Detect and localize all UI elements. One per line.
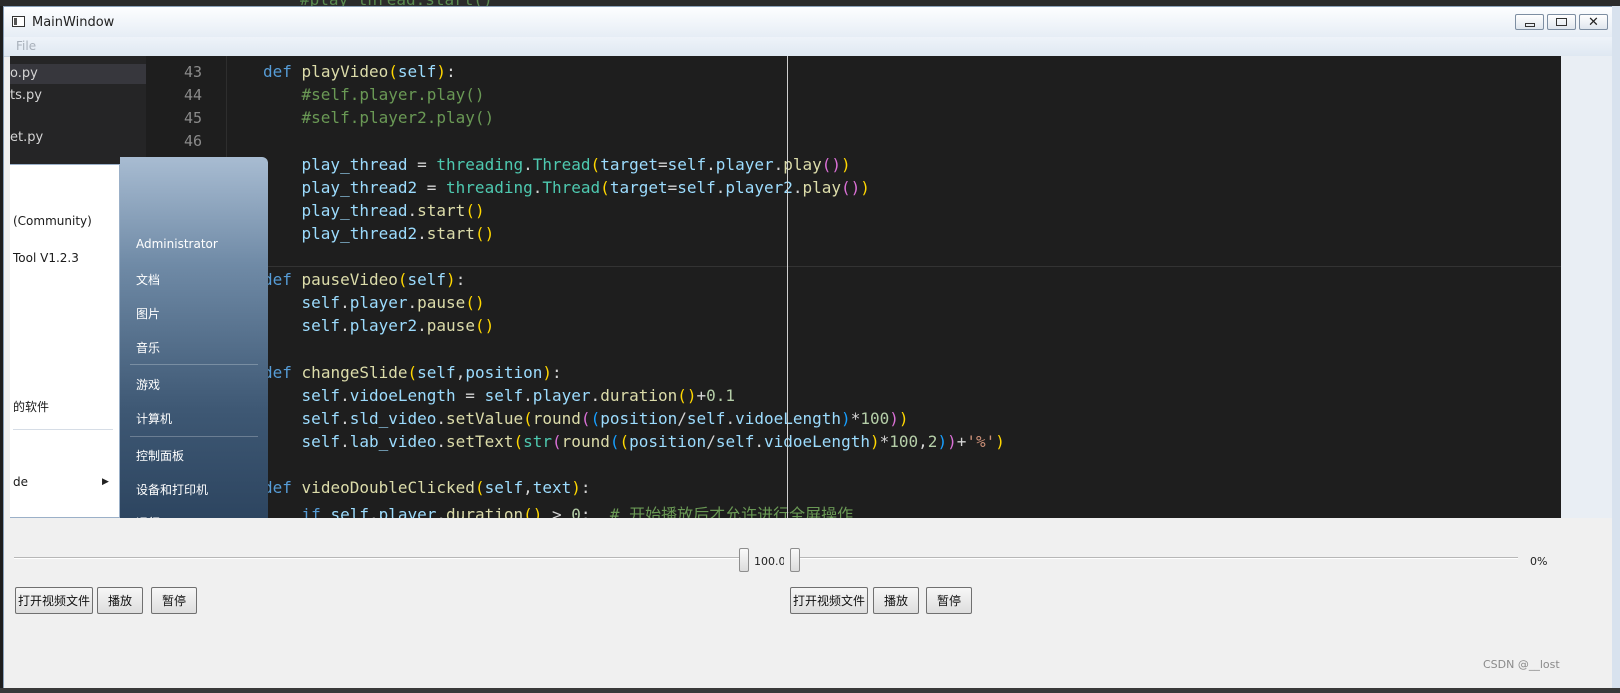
close-button[interactable]: ✕: [1579, 14, 1608, 30]
line-number: 46: [183, 132, 202, 150]
minimize-icon: [1524, 22, 1535, 27]
code-editor[interactable]: def playVideo(self): #self.player.play()…: [227, 56, 1561, 518]
start-menu-games[interactable]: 游戏: [136, 376, 160, 393]
start-menu-program[interactable]: (Community): [13, 214, 92, 228]
start-menu-divider: [130, 436, 258, 437]
file-item[interactable]: ts.py: [10, 86, 42, 106]
code-line: play_thread.start(): [301, 201, 485, 220]
start-menu-places: Administrator 文档 图片 音乐 游戏 计算机 控制面板 设备和打印…: [120, 157, 268, 518]
title-bar[interactable]: MainWindow ✕: [4, 7, 1614, 37]
file-item[interactable]: et.py: [10, 128, 43, 148]
start-menu-pictures[interactable]: 图片: [136, 305, 160, 322]
video-display-left[interactable]: o.py ts.py et.py 43 44 45 46 def playVid…: [10, 56, 1561, 518]
app-icon: [12, 16, 25, 27]
open-video-button-left[interactable]: 打开视频文件: [15, 587, 93, 614]
maximize-button[interactable]: [1547, 14, 1576, 30]
code-line: self.player.pause(): [301, 293, 485, 312]
start-menu-control-panel[interactable]: 控制面板: [136, 447, 184, 464]
window-controls: ✕: [1515, 14, 1608, 30]
slider-handle[interactable]: [790, 548, 800, 572]
minimize-button[interactable]: [1515, 14, 1544, 30]
start-menu-devices-printers[interactable]: 设备和打印机: [136, 481, 208, 498]
menu-file[interactable]: File: [16, 39, 36, 53]
start-menu-program[interactable]: 的软件: [13, 398, 49, 415]
slider-handle[interactable]: [739, 548, 749, 572]
start-menu-divider: [130, 364, 258, 365]
editor-ruler-guide: [787, 56, 788, 518]
code-line: self.sld_video.setValue(round((position/…: [301, 409, 909, 428]
start-menu-computer[interactable]: 计算机: [136, 410, 172, 427]
play-button-left[interactable]: 播放: [97, 587, 143, 614]
maximize-icon: [1556, 18, 1567, 26]
start-menu-divider: [13, 429, 113, 430]
main-window: MainWindow ✕ File o.py ts.py et.py 43 44…: [3, 6, 1615, 693]
code-line: self.player2.pause(): [301, 316, 495, 335]
code-comment: # 开始播放后才允许进行全屏操作: [609, 505, 854, 518]
close-icon: ✕: [1588, 14, 1599, 30]
video-progress-slider-right[interactable]: [790, 548, 1518, 572]
code-line: #self.player.play(): [301, 85, 485, 104]
code-line: def playVideo(self):: [263, 62, 456, 81]
code-line: self.vidoeLength = self.player.duration(…: [301, 386, 736, 405]
slider-track: [14, 557, 749, 558]
start-menu-program[interactable]: de: [13, 475, 28, 489]
submenu-arrow-icon: ▶: [102, 477, 109, 487]
file-item[interactable]: o.py: [10, 64, 146, 84]
code-line: play_thread2 = threading.Thread(target=s…: [301, 178, 870, 197]
video-display-right[interactable]: [1561, 56, 1613, 518]
start-menu-music[interactable]: 音乐: [136, 339, 160, 356]
window-title: MainWindow: [32, 15, 115, 30]
line-number: 44: [183, 86, 202, 104]
line-number: 43: [183, 63, 202, 81]
start-menu-user[interactable]: Administrator: [136, 237, 218, 251]
play-button-right[interactable]: 播放: [873, 587, 919, 614]
background-bottom-strip: [0, 688, 1620, 693]
start-menu: (Community) Tool V1.2.3 的软件 de ▶ Adminis…: [10, 157, 268, 518]
slider-track: [790, 557, 1518, 558]
start-menu-run[interactable]: 运行: [136, 514, 160, 518]
start-menu-program[interactable]: Tool V1.2.3: [13, 251, 79, 265]
line-number: 45: [183, 109, 202, 127]
start-menu-documents[interactable]: 文档: [136, 271, 160, 288]
menu-bar: File: [4, 37, 1614, 57]
code-line: def videoDoubleClicked(self,text):: [263, 478, 591, 497]
code-line: #self.player2.play(): [301, 108, 495, 127]
video-progress-slider-left[interactable]: [14, 548, 749, 572]
code-line: def changeSlide(self,position):: [263, 363, 562, 382]
code-line: play_thread2.start(): [301, 224, 495, 243]
background-right-strip: [1612, 6, 1620, 693]
progress-percent-left: 100.0%: [754, 555, 784, 568]
pause-button-right[interactable]: 暂停: [926, 587, 972, 614]
code-line: self.lab_video.setText(str(round((positi…: [301, 432, 1005, 451]
pause-button-left[interactable]: 暂停: [151, 587, 197, 614]
code-separator: [227, 266, 1561, 267]
start-menu-programs: (Community) Tool V1.2.3 的软件 de ▶: [10, 164, 120, 518]
progress-percent-right: 0%: [1530, 555, 1548, 568]
code-line: play_thread = threading.Thread(target=se…: [301, 155, 851, 174]
watermark: CSDN @__lost: [1483, 658, 1560, 671]
open-video-button-right[interactable]: 打开视频文件: [790, 587, 868, 614]
code-line: def pauseVideo(self):: [263, 270, 466, 289]
code-line: if self.player.duration() > 0: # 开始播放后才允…: [263, 501, 854, 518]
